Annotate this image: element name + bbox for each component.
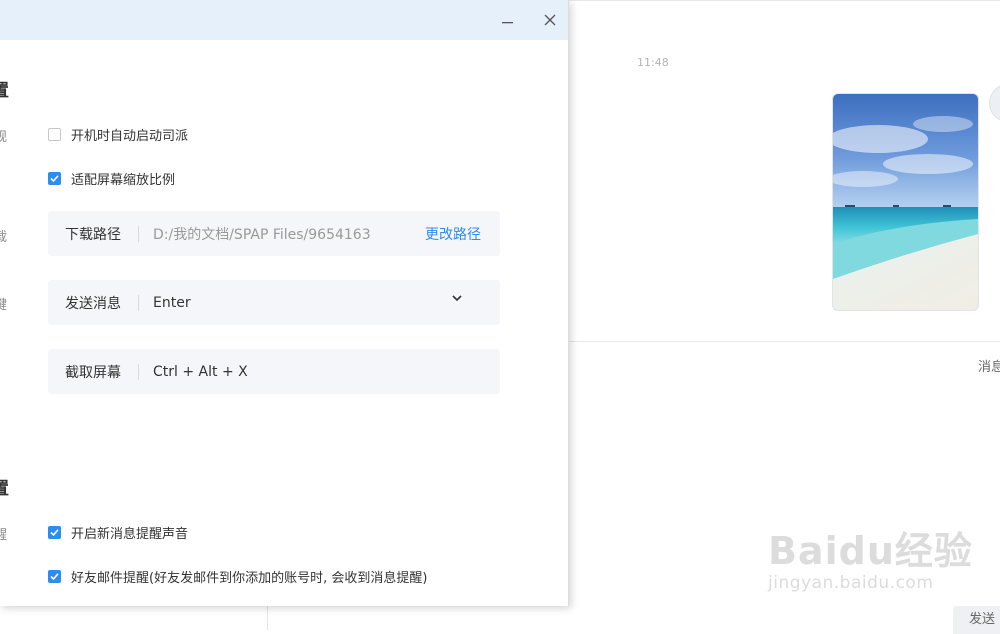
mail-notify-checkbox[interactable] <box>48 569 61 583</box>
field-separator <box>138 225 139 242</box>
mail-notify-label: 好友邮件提醒(好友发邮件到你添加的账号时, 会收到消息提醒) <box>71 570 428 586</box>
checkmark-icon <box>50 572 59 580</box>
sound-label: 开启新消息提醒声音 <box>71 526 189 542</box>
auto-start-checkbox[interactable] <box>48 127 61 141</box>
screenshot-hotkey-field[interactable]: 截取屏幕 Ctrl + Alt + X <box>48 349 500 394</box>
checkmark-icon <box>50 174 59 182</box>
minimize-button[interactable] <box>496 8 520 32</box>
message-timestamp: 11:48 <box>637 56 669 69</box>
titlebar[interactable] <box>0 0 568 40</box>
field-separator <box>138 363 139 380</box>
chevron-down-icon[interactable] <box>452 294 462 302</box>
download-path-field: 下载路径 D:/我的文档/SPAP Files/9654163 更改路径 <box>48 211 500 256</box>
close-icon <box>544 14 556 26</box>
row-label-notify: 醒 <box>0 528 8 543</box>
fit-scale-label: 适配屏幕缩放比例 <box>71 172 176 188</box>
auto-start-option[interactable]: 开机时自动启动司派 <box>48 124 188 144</box>
section-title-notifications: 置 <box>0 479 9 499</box>
fit-scale-option[interactable]: 适配屏幕缩放比例 <box>48 168 175 188</box>
message-toolbar-label[interactable]: 消息 <box>978 356 1000 375</box>
download-path-label: 下载路径 <box>65 226 121 243</box>
sender-avatar[interactable] <box>989 84 1000 122</box>
screenshot-value[interactable]: Ctrl + Alt + X <box>153 364 248 380</box>
row-label-hotkey: 键 <box>0 298 8 313</box>
chat-top-border <box>568 0 1000 1</box>
watermark-logo: Baidu经验 <box>768 529 973 573</box>
chat-image-message[interactable] <box>832 93 979 311</box>
field-separator <box>138 294 139 311</box>
section-title-general: 置 <box>0 81 9 101</box>
change-path-link[interactable]: 更改路径 <box>425 224 481 244</box>
beach-photo <box>833 94 978 310</box>
sound-option[interactable]: 开启新消息提醒声音 <box>48 522 188 542</box>
minimize-icon <box>502 22 513 24</box>
auto-start-label: 开机时自动启动司派 <box>71 128 189 144</box>
send-message-value: Enter <box>153 294 191 311</box>
row-label-download: 载 <box>0 230 8 245</box>
checkmark-icon <box>50 528 59 536</box>
settings-window: 置 规 开机时自动启动司派 适配屏幕缩放比例 载 下载路径 D:/我的文档/SP… <box>0 0 569 606</box>
chat-input-divider <box>568 341 1000 342</box>
download-path-value: D:/我的文档/SPAP Files/9654163 <box>153 226 371 243</box>
fit-scale-checkbox[interactable] <box>48 171 61 185</box>
chat-panel-border <box>267 604 268 630</box>
screenshot-label: 截取屏幕 <box>65 364 121 381</box>
sound-checkbox[interactable] <box>48 525 61 539</box>
watermark: Baidu经验 jingyan.baidu.com <box>768 520 973 593</box>
send-message-hotkey-field[interactable]: 发送消息 Enter <box>48 280 500 325</box>
mail-notify-option[interactable]: 好友邮件提醒(好友发邮件到你添加的账号时, 会收到消息提醒) <box>48 566 427 586</box>
row-label-startup: 规 <box>0 130 8 145</box>
send-message-label: 发送消息 <box>65 295 121 312</box>
watermark-url: jingyan.baidu.com <box>768 573 934 593</box>
close-button[interactable] <box>538 8 562 32</box>
